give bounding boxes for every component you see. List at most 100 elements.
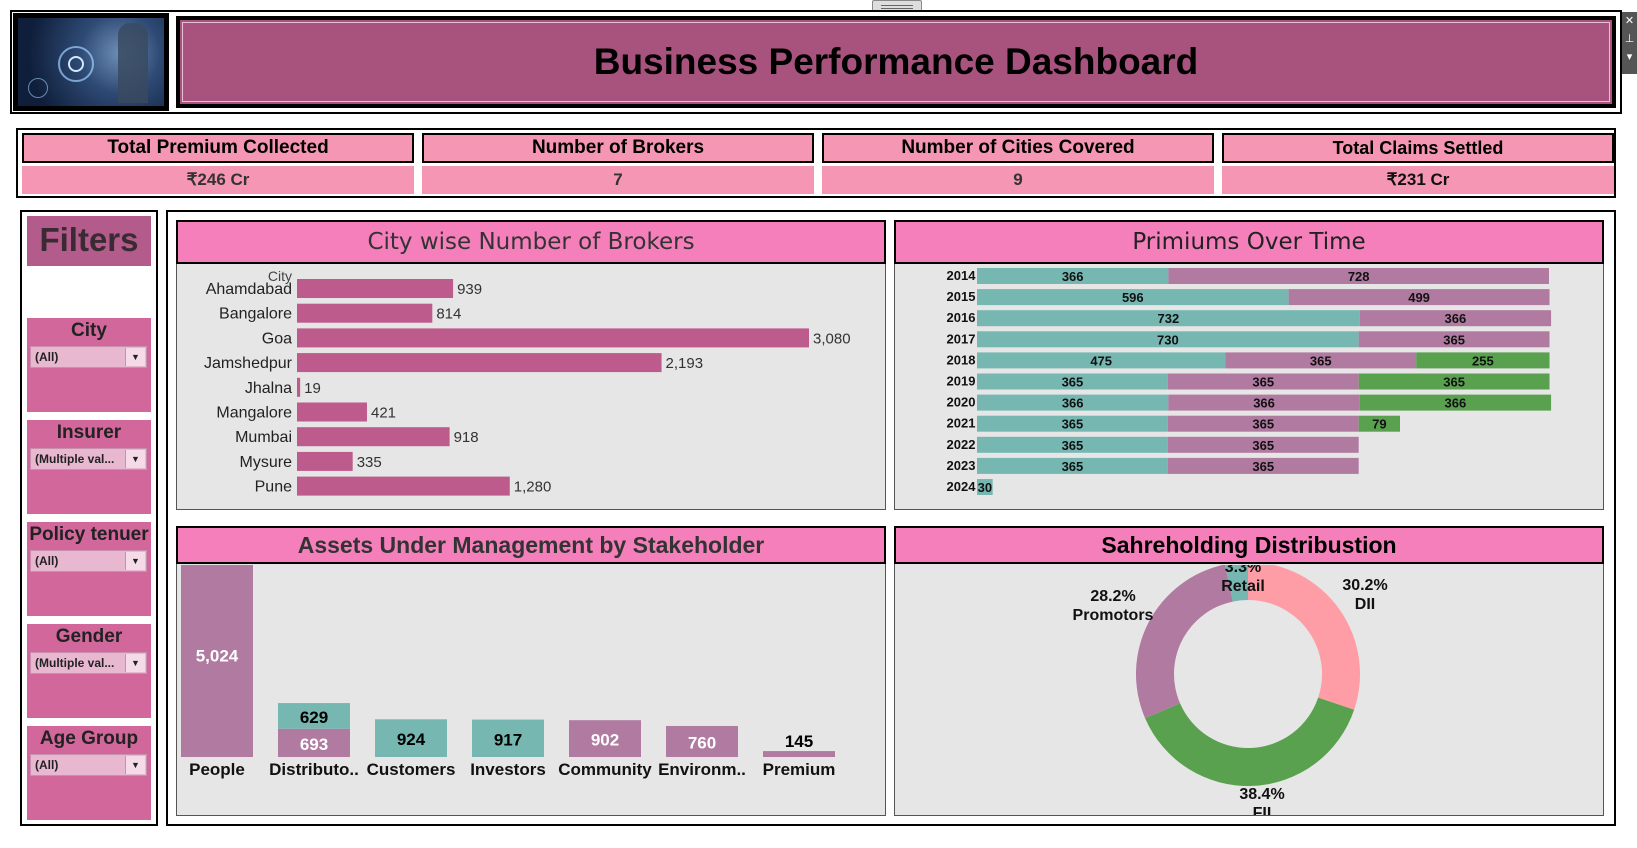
kpi-label: Number of Brokers — [422, 133, 814, 163]
category-label: Mysure — [240, 454, 293, 471]
gender-select[interactable]: (Multiple val... ▼ — [30, 652, 147, 674]
category-label: Jhalna — [245, 380, 292, 397]
chevron-down-icon[interactable]: ▾ — [1622, 48, 1637, 66]
bar — [297, 451, 353, 471]
aum-chart: 5,024 People 693 629 Distributo.. 924 Customer… — [181, 565, 836, 779]
select-value: (Multiple val... — [35, 656, 115, 670]
chevron-down-icon[interactable]: ▼ — [125, 756, 145, 774]
slice-percent: 28.2% — [1090, 588, 1135, 605]
data-label: 2,193 — [666, 355, 704, 372]
premiums-chart-title: Primiums Over Time — [1132, 229, 1366, 255]
bar — [297, 328, 809, 348]
slice-percent: 30.2% — [1342, 577, 1387, 594]
filter-label: Gender — [55, 626, 123, 647]
segment-label: 365 — [1062, 459, 1084, 474]
kpi-value: 7 — [422, 166, 814, 194]
close-icon[interactable]: ✕ — [1622, 12, 1637, 30]
chevron-down-icon[interactable]: ▼ — [125, 450, 145, 468]
data-label: 918 — [454, 429, 479, 446]
select-value: (All) — [35, 758, 59, 772]
segment-label: 79 — [1372, 417, 1386, 432]
segment-label: 255 — [1472, 353, 1494, 368]
category-label: Goa — [262, 330, 292, 347]
kpi-value: ₹231 Cr — [1222, 166, 1614, 194]
data-label: 3,080 — [813, 330, 851, 347]
brokers-chart: CityAhamdabad 939Bangalore 814Goa 3,080Jams… — [204, 268, 851, 496]
year-label: 2020 — [947, 395, 976, 410]
slice-name: FII — [1253, 805, 1272, 815]
chevron-down-icon[interactable]: ▼ — [125, 654, 145, 672]
segment-label: 366 — [1062, 396, 1084, 411]
age-group-select[interactable]: (All) ▼ — [30, 754, 147, 776]
segment-label: 365 — [1252, 417, 1274, 432]
segment-label: 499 — [1408, 290, 1430, 305]
segment-label: 732 — [1158, 311, 1180, 326]
page-title: Business Performance Dashboard — [593, 41, 1199, 82]
segment-label: 366 — [1445, 396, 1467, 411]
donut-slice — [1136, 565, 1233, 719]
category-label: Environm.. — [658, 760, 746, 779]
brokers-chart-title: City wise Number of Brokers — [367, 229, 695, 255]
filter-gender[interactable]: Gender (Multiple val... ▼ — [27, 624, 151, 718]
filter-label: Age Group — [39, 728, 139, 749]
filter-insurer[interactable]: Insurer (Multiple val... ▼ — [27, 420, 151, 514]
premiums-chart-title-box: Primiums Over Time — [894, 220, 1604, 264]
segment-label: 366 — [1253, 396, 1275, 411]
filter-age-group[interactable]: Age Group (All) ▼ — [27, 726, 151, 820]
filter-city[interactable]: City (All) ▼ — [27, 318, 151, 412]
pin-icon[interactable]: ⊥ — [1622, 30, 1637, 48]
segment-label: 365 — [1062, 375, 1084, 390]
data-label: 814 — [436, 306, 461, 323]
filters-title-box: Filters — [27, 216, 151, 266]
year-label: 2018 — [947, 352, 976, 367]
column-label: 629 — [300, 708, 328, 727]
policy-tenure-select[interactable]: (All) ▼ — [30, 550, 147, 572]
data-label: 335 — [357, 454, 382, 471]
category-label: Ahamdabad — [206, 281, 292, 298]
column — [763, 751, 835, 757]
segment-label: 365 — [1062, 438, 1084, 453]
column-label: 5,024 — [196, 647, 239, 666]
aum-chart-title-box: Assets Under Management by Stakeholder — [176, 526, 886, 564]
segment-label: 728 — [1348, 269, 1370, 284]
year-label: 2017 — [947, 331, 976, 346]
segment-label: 365 — [1443, 375, 1465, 390]
share-chart: 30.2% DII 38.4% FII 28.2% Promotors 3.3% Retail — [1073, 565, 1388, 815]
slice-name: DII — [1355, 596, 1375, 613]
segment-label: 366 — [1445, 311, 1467, 326]
bar — [297, 476, 510, 496]
year-label: 2021 — [947, 416, 976, 431]
column-label: 924 — [397, 730, 426, 749]
select-value: (All) — [35, 350, 59, 364]
category-label: Jamshedpur — [204, 355, 293, 372]
data-label: 19 — [304, 380, 321, 397]
bar — [297, 377, 301, 397]
column-label: 693 — [300, 735, 328, 754]
select-value: (Multiple val... — [35, 452, 115, 466]
category-label: Pune — [255, 479, 292, 496]
year-label: 2023 — [947, 458, 976, 473]
bar — [297, 279, 454, 298]
segment-label: 365 — [1443, 332, 1465, 347]
kpi-value: 9 — [822, 166, 1214, 194]
filter-policy-tenure[interactable]: Policy tenuer (All) ▼ — [27, 522, 151, 616]
insurer-select[interactable]: (Multiple val... ▼ — [30, 448, 147, 470]
chevron-down-icon[interactable]: ▼ — [125, 348, 145, 366]
logo-picture — [18, 18, 164, 106]
chevron-down-icon[interactable]: ▼ — [125, 552, 145, 570]
column-label: 760 — [688, 733, 716, 752]
filter-label: City — [71, 320, 107, 341]
title-banner: Business Performance Dashboard — [176, 16, 1616, 108]
kpi-label: Total Claims Settled — [1222, 133, 1614, 163]
year-label: 2024 — [947, 479, 977, 494]
share-chart-title-box: Sahreholding Distribustion — [894, 526, 1604, 564]
year-label: 2014 — [947, 268, 977, 283]
category-label: Mangalore — [216, 405, 292, 422]
segment-label: 596 — [1122, 290, 1144, 305]
city-select[interactable]: (All) ▼ — [30, 346, 147, 368]
segment-label: 365 — [1252, 375, 1274, 390]
category-label: Premium — [763, 760, 836, 779]
category-label: Community — [558, 760, 652, 779]
select-value: (All) — [35, 554, 59, 568]
data-label: 1,280 — [514, 479, 552, 496]
